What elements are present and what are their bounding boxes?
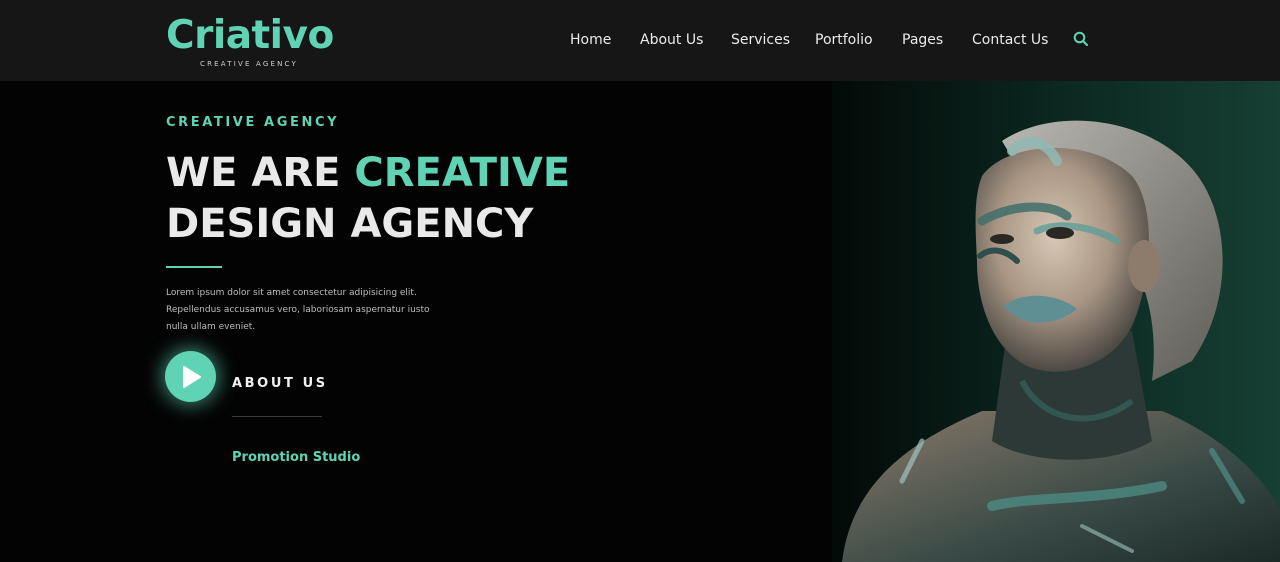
search-icon[interactable] bbox=[1073, 31, 1089, 47]
lede-line-1: Lorem ipsum dolor sit amet consectetur a… bbox=[166, 288, 417, 298]
site-header: Criativo CREATIVE AGENCY Home About Us S… bbox=[0, 0, 1280, 81]
headline-part1: WE ARE bbox=[166, 150, 355, 196]
portrait-image bbox=[842, 120, 1280, 562]
about-us-link[interactable]: ABOUT US bbox=[232, 376, 328, 392]
logo-wordmark: Criativo bbox=[166, 13, 334, 58]
nav-about-us[interactable]: About Us bbox=[640, 30, 703, 50]
nav-home[interactable]: Home bbox=[570, 30, 611, 50]
hero-headline: WE ARE CREATIVE DESIGN AGENCY bbox=[166, 148, 570, 250]
headline-divider bbox=[166, 266, 222, 268]
lede-line-2: Repellendus accusamus vero, laboriosam a… bbox=[166, 305, 430, 315]
nav-portfolio[interactable]: Portfolio bbox=[815, 30, 873, 50]
nav-contact-us[interactable]: Contact Us bbox=[972, 30, 1048, 50]
logo-tagline: CREATIVE AGENCY bbox=[200, 60, 298, 68]
play-button[interactable] bbox=[165, 351, 216, 402]
lede-line-3: nulla ullam eveniet. bbox=[166, 322, 256, 332]
headline-line2: DESIGN AGENCY bbox=[166, 201, 534, 247]
hero-image-panel bbox=[832, 81, 1280, 562]
headline-accent: CREATIVE bbox=[354, 150, 571, 196]
about-us-underline bbox=[232, 416, 322, 417]
promotion-studio-link[interactable]: Promotion Studio bbox=[232, 450, 360, 466]
play-icon bbox=[183, 366, 201, 388]
logo[interactable]: Criativo CREATIVE AGENCY bbox=[166, 13, 336, 69]
nav-services[interactable]: Services bbox=[731, 30, 790, 50]
hero-description: Lorem ipsum dolor sit amet consectetur a… bbox=[166, 285, 456, 336]
nav-pages[interactable]: Pages bbox=[902, 30, 943, 50]
hero-eyebrow: CREATIVE AGENCY bbox=[166, 115, 340, 130]
